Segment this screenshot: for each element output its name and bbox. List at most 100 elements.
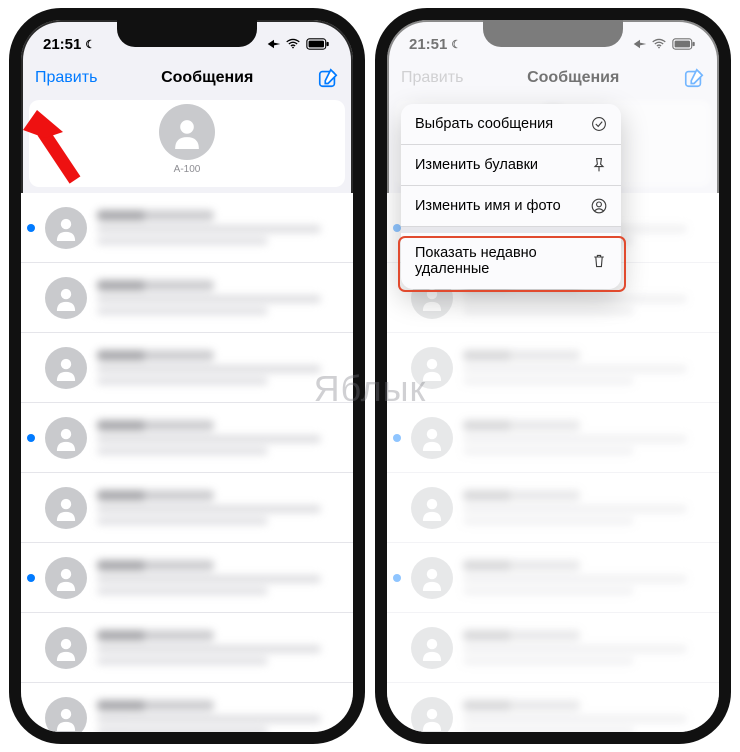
conversation-row[interactable] xyxy=(21,543,353,613)
conversation-row[interactable] xyxy=(387,543,719,613)
row-preview xyxy=(463,700,707,735)
person-icon xyxy=(53,565,79,591)
person-circle-icon xyxy=(591,198,607,214)
avatar xyxy=(411,627,453,669)
notch xyxy=(117,19,257,47)
avatar xyxy=(411,557,453,599)
person-icon xyxy=(419,425,445,451)
row-preview xyxy=(97,490,341,525)
edit-button[interactable]: Править xyxy=(401,69,463,87)
pinned-label: A-100 xyxy=(174,164,201,175)
row-preview xyxy=(463,560,707,595)
avatar xyxy=(45,347,87,389)
conversation-row[interactable] xyxy=(387,403,719,473)
person-icon xyxy=(419,705,445,731)
avatar xyxy=(45,487,87,529)
unread-dot xyxy=(27,574,35,582)
avatar xyxy=(45,557,87,599)
row-preview xyxy=(97,700,341,735)
menu-item-label: Выбрать сообщения xyxy=(415,116,553,132)
avatar xyxy=(45,277,87,319)
row-preview xyxy=(463,420,707,455)
avatar xyxy=(45,207,87,249)
avatar xyxy=(411,487,453,529)
menu-item-label: Показать недавно удаленные xyxy=(415,245,575,277)
airplane-icon xyxy=(267,38,281,50)
avatar xyxy=(45,627,87,669)
row-preview xyxy=(463,350,707,385)
battery-icon xyxy=(305,38,331,50)
avatar xyxy=(45,697,87,739)
conversation-row[interactable] xyxy=(387,473,719,543)
nav-bar: Править Сообщения xyxy=(21,60,353,100)
nav-bar: Править Сообщения xyxy=(387,60,719,100)
unread-dot xyxy=(393,224,401,232)
row-preview xyxy=(97,210,341,245)
avatar xyxy=(411,697,453,739)
unread-dot xyxy=(393,434,401,442)
conversation-row[interactable] xyxy=(21,193,353,263)
compose-icon[interactable] xyxy=(317,67,339,89)
conversation-row[interactable] xyxy=(21,333,353,403)
row-preview xyxy=(97,350,341,385)
person-icon xyxy=(419,635,445,661)
row-preview xyxy=(97,630,341,665)
compose-icon[interactable] xyxy=(683,67,705,89)
person-icon xyxy=(53,215,79,241)
conversation-row[interactable] xyxy=(21,473,353,543)
airplane-icon xyxy=(633,38,647,50)
row-preview xyxy=(97,560,341,595)
person-icon xyxy=(419,495,445,521)
conversation-row[interactable] xyxy=(21,403,353,473)
wifi-icon xyxy=(286,38,300,50)
person-icon xyxy=(53,705,79,731)
nav-title: Сообщения xyxy=(161,69,253,87)
avatar xyxy=(411,417,453,459)
phone-right: 21:51 ☾ Править Сообщения A-100 xyxy=(375,8,731,744)
menu-show-recently-deleted[interactable]: Показать недавно удаленные xyxy=(401,233,621,289)
conversation-row[interactable] xyxy=(21,613,353,683)
edit-menu: Выбрать сообщения Изменить булавки Измен… xyxy=(401,104,621,289)
phone-left: 21:51 ☾ Править Сообщения A-100 xyxy=(9,8,365,744)
battery-icon xyxy=(671,38,697,50)
row-preview xyxy=(463,490,707,525)
row-preview xyxy=(97,280,341,315)
status-time: 21:51 xyxy=(409,36,447,53)
avatar xyxy=(45,417,87,459)
person-icon xyxy=(170,115,204,149)
conversation-row[interactable] xyxy=(387,333,719,403)
nav-title: Сообщения xyxy=(527,69,619,87)
pin-icon xyxy=(591,157,607,173)
person-icon xyxy=(53,285,79,311)
conversation-row[interactable] xyxy=(387,683,719,744)
unread-dot xyxy=(27,434,35,442)
person-icon xyxy=(419,565,445,591)
wifi-icon xyxy=(652,38,666,50)
menu-edit-name-photo[interactable]: Изменить имя и фото xyxy=(401,186,621,227)
conversation-row[interactable] xyxy=(387,613,719,683)
trash-icon xyxy=(591,253,607,269)
conversation-row[interactable] xyxy=(21,263,353,333)
check-circle-icon xyxy=(591,116,607,132)
row-preview xyxy=(97,420,341,455)
conversation-list[interactable] xyxy=(21,193,353,744)
person-icon xyxy=(53,635,79,661)
pinned-contact[interactable]: A-100 xyxy=(29,100,345,187)
notch xyxy=(483,19,623,47)
pinned-avatar xyxy=(159,104,215,160)
status-time: 21:51 xyxy=(43,36,81,53)
menu-item-label: Изменить имя и фото xyxy=(415,198,561,214)
focus-moon-icon: ☾ xyxy=(451,38,461,51)
edit-button[interactable]: Править xyxy=(35,69,97,87)
menu-item-label: Изменить булавки xyxy=(415,157,538,173)
row-preview xyxy=(463,630,707,665)
person-icon xyxy=(53,495,79,521)
menu-edit-pins[interactable]: Изменить булавки xyxy=(401,145,621,186)
focus-moon-icon: ☾ xyxy=(85,38,95,51)
unread-dot xyxy=(27,224,35,232)
unread-dot xyxy=(393,574,401,582)
conversation-row[interactable] xyxy=(21,683,353,744)
menu-select-messages[interactable]: Выбрать сообщения xyxy=(401,104,621,145)
person-icon xyxy=(53,425,79,451)
person-icon xyxy=(419,355,445,381)
